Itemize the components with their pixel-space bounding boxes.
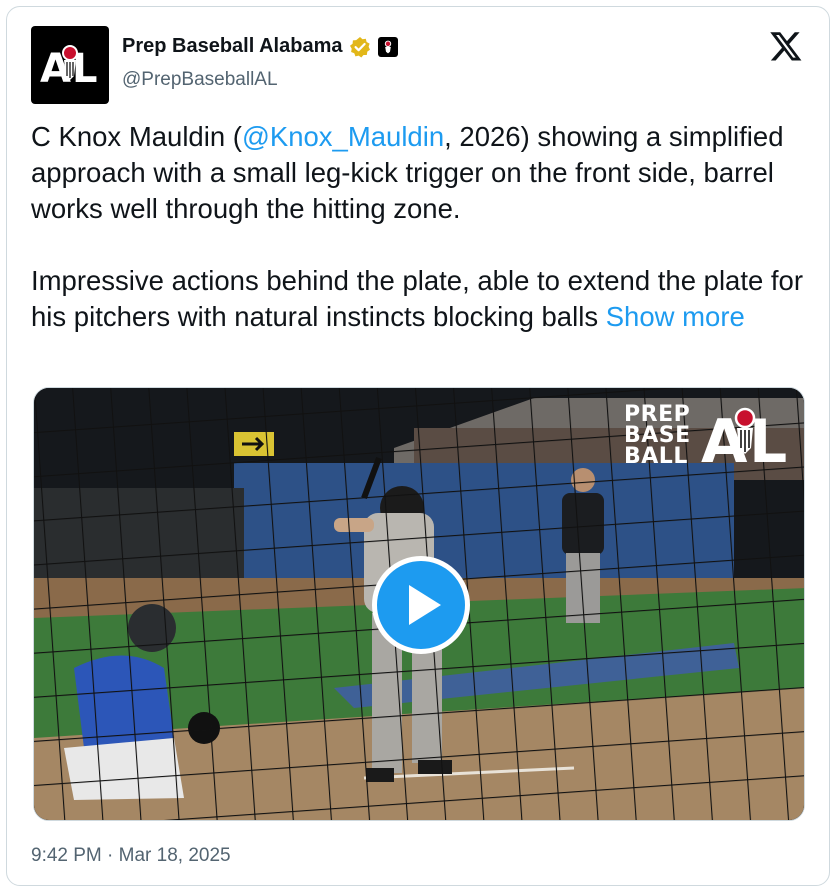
watermark-line: PREP (624, 401, 691, 427)
watermark-text: PREP BASE BALL (624, 401, 691, 469)
video-player[interactable]: PREP BASE BALL A L (33, 387, 805, 821)
text-segment: C Knox Mauldin ( (31, 121, 242, 152)
author-name-row: Prep Baseball Alabama (122, 35, 399, 58)
tweet-paragraph-2: Impressive actions behind the plate, abl… (31, 263, 811, 335)
avatar-logo-icon: A L (40, 45, 98, 90)
verified-badge-icon[interactable] (349, 36, 371, 58)
show-more-link[interactable]: Show more (606, 301, 745, 332)
author-handle[interactable]: @PrepBaseballAL (122, 69, 278, 91)
tweet-paragraph-1: C Knox Mauldin (@Knox_Mauldin, 2026) sho… (31, 119, 811, 227)
x-logo-icon[interactable] (769, 29, 803, 63)
tweet-timestamp[interactable]: 9:42 PM · Mar 18, 2025 (31, 845, 231, 867)
watermark-logo-icon: A L (701, 407, 787, 468)
brand-watermark: PREP BASE BALL A L (624, 402, 791, 468)
watermark-line: BALL (624, 443, 688, 469)
tweet-text: C Knox Mauldin (@Knox_Mauldin, 2026) sho… (31, 119, 811, 335)
avatar[interactable]: A L (31, 26, 109, 104)
play-button[interactable] (372, 556, 470, 654)
watermark-line: BASE (624, 422, 691, 448)
tweet-card: A L Prep Baseball Alabama @PrepBaseballA… (6, 6, 830, 886)
play-icon (409, 585, 441, 625)
display-name[interactable]: Prep Baseball Alabama (122, 35, 342, 58)
mention-link[interactable]: @Knox_Mauldin (242, 121, 444, 152)
affiliate-badge-icon[interactable] (378, 36, 399, 57)
